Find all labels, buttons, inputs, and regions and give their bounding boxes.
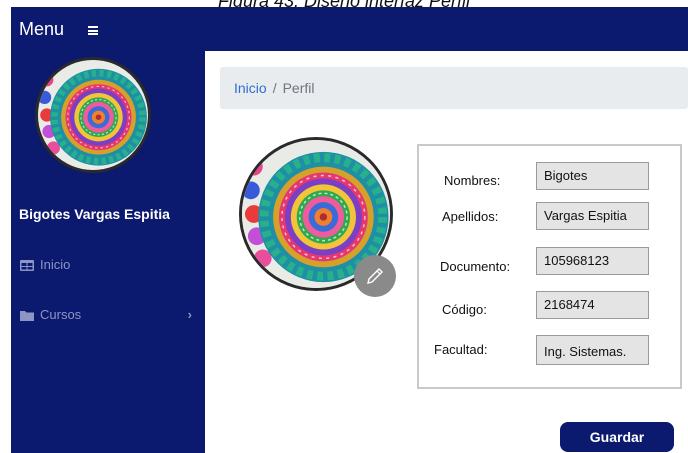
folder-icon [20, 309, 34, 321]
documento-field[interactable]: 105968123 [536, 247, 649, 275]
hamburger-menu-icon[interactable] [88, 26, 98, 35]
sidebar-item-cursos[interactable]: Cursos › [20, 307, 192, 322]
breadcrumb-link-inicio[interactable]: Inicio [234, 80, 267, 96]
chevron-right-icon: › [187, 307, 192, 322]
apellidos-field[interactable]: Vargas Espitia [536, 202, 649, 230]
sidebar-item-inicio[interactable]: Inicio [20, 257, 70, 272]
nombres-field[interactable]: Bigotes [536, 162, 649, 190]
apellidos-label: Apellidos: [442, 209, 499, 224]
table-icon [20, 259, 34, 271]
save-button[interactable]: Guardar [560, 422, 674, 452]
breadcrumb: Inicio / Perfil [220, 67, 688, 109]
breadcrumb-current: Perfil [282, 80, 315, 96]
documento-label: Documento: [440, 259, 511, 274]
codigo-label: Código: [442, 302, 487, 317]
sidebar-item-label: Inicio [40, 257, 71, 272]
sidebar-avatar [35, 57, 151, 173]
profile-form: Nombres: Bigotes Apellidos: Vargas Espit… [417, 144, 682, 389]
pencil-icon [367, 268, 383, 284]
breadcrumb-separator: / [272, 80, 277, 96]
top-navbar: Menu [11, 7, 688, 51]
edit-avatar-button[interactable] [354, 255, 396, 297]
sidebar-item-label: Cursos [40, 307, 82, 322]
codigo-field[interactable]: 2168474 [536, 291, 649, 319]
sidebar-user-name: Bigotes Vargas Espitia [19, 206, 170, 222]
main-content: Inicio / Perfil Nombres: Bigotes Apellid… [205, 51, 688, 453]
menu-label: Menu [19, 19, 65, 39]
facultad-field[interactable]: Ing. Sistemas. [536, 335, 649, 365]
nombres-label: Nombres: [444, 173, 501, 188]
facultad-label: Facultad: [434, 342, 488, 357]
sidebar: Bigotes Vargas Espitia Inicio Cursos › [11, 51, 205, 453]
